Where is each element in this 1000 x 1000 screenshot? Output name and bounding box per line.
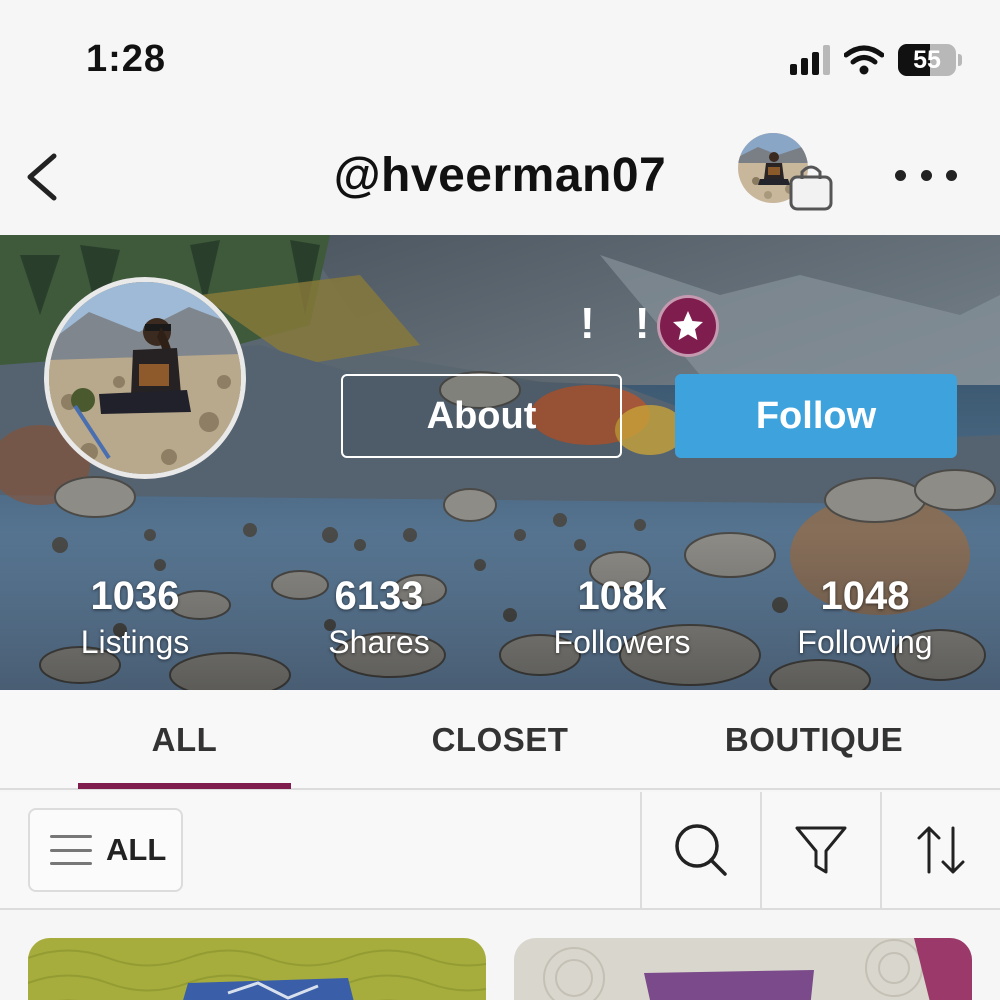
listing-image [514,938,972,1000]
filter-icon [795,826,847,874]
profile-header: @hveerman07 [0,120,1000,235]
more-horizontal-icon-dot [920,169,932,181]
star-icon [673,311,703,340]
stat-value: 1036 [90,574,180,618]
stat-label: Following [797,624,933,660]
status-time: 1:28 [86,38,167,80]
stat-label: Shares [328,624,430,660]
battery-level: 55 [913,45,941,74]
search-button[interactable] [640,792,760,908]
cellular-signal-icon [790,45,830,75]
stat-followers[interactable]: 108k Followers [512,571,732,663]
category-filter-label: ALL [106,832,167,867]
listing-card[interactable] [514,938,972,1000]
battery-icon: 55 [898,44,956,76]
search-icon [675,824,727,876]
shopping-bag-icon [789,165,833,211]
tab-closet[interactable]: CLOSET [390,690,610,790]
stat-value: 6133 [334,574,424,618]
more-horizontal-icon-dot [895,169,906,181]
sort-icon [917,826,965,874]
stat-value: 108k [577,574,667,618]
about-button[interactable]: About [341,374,622,458]
stat-label: Listings [80,624,190,660]
closet-tabs: ALL CLOSET BOUTIQUE [0,690,1000,790]
profile-cover: ! ! About Follow 1036 Listings 6133 Shar… [0,235,1000,690]
filter-button[interactable] [760,792,880,908]
tab-boutique[interactable]: BOUTIQUE [700,690,928,790]
stat-label: Followers [553,624,691,660]
stat-value: 1048 [820,574,910,618]
listing-image [28,938,486,1000]
profile-avatar[interactable] [44,277,246,479]
category-filter-button[interactable]: ALL [28,808,183,892]
follow-button[interactable]: Follow [675,374,957,458]
shopping-bag-button[interactable] [786,160,836,212]
exclamation-marks: ! ! [580,299,664,348]
more-horizontal-icon-dot [946,169,957,181]
tab-all[interactable]: ALL [78,690,291,790]
wifi-icon [844,45,884,75]
status-bar: 1:28 55 [0,0,1000,120]
sort-button[interactable] [880,792,1000,908]
profile-avatar-image [49,282,241,474]
stat-following[interactable]: 1048 Following [755,571,975,663]
more-options-button[interactable] [895,155,957,195]
status-icons: 55 [790,44,962,76]
stat-listings[interactable]: 1036 Listings [25,571,245,663]
menu-icon [50,835,92,865]
stat-shares[interactable]: 6133 Shares [269,571,489,663]
active-tab-indicator [78,783,291,789]
ambassador-badge[interactable] [657,295,719,357]
battery-cap [958,54,962,66]
listing-grid [0,910,1000,1000]
filter-bar: ALL [0,792,1000,910]
listing-card[interactable] [28,938,486,1000]
page-title: @hveerman07 [333,149,667,202]
